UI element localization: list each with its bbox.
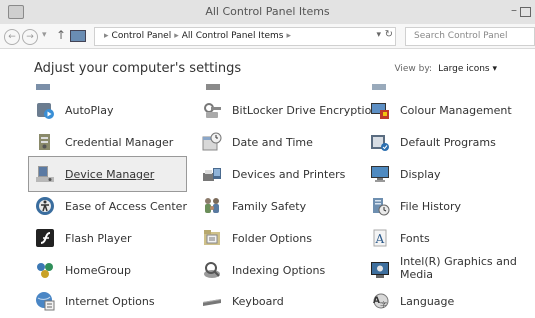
item-label: HomeGroup xyxy=(65,264,131,277)
ease-of-access-icon xyxy=(36,197,54,215)
language-icon: A字 xyxy=(373,293,389,309)
autoplay-icon xyxy=(37,103,54,119)
intel-graphics-icon xyxy=(371,262,389,278)
item-label: Fonts xyxy=(400,232,430,245)
date-time-icon xyxy=(202,132,222,151)
item-label: Display xyxy=(400,168,441,181)
device-manager-icon xyxy=(36,166,54,182)
item-label: Flash Player xyxy=(65,232,132,245)
bitlocker-icon xyxy=(204,103,221,118)
item-label: Internet Options xyxy=(65,295,155,308)
item-label: Family Safety xyxy=(232,200,307,213)
item-label: Colour Management xyxy=(400,104,512,117)
item-label: Default Programs xyxy=(400,136,496,149)
item-label: Date and Time xyxy=(232,136,313,149)
control-panel-items: AutoPlay BitLocker Drive Encryption Colo… xyxy=(0,0,535,318)
item-label: BitLocker Drive Encryption xyxy=(232,104,379,117)
item-label: Folder Options xyxy=(232,232,312,245)
item-label: Ease of Access Center xyxy=(65,200,187,213)
devices-printers-icon xyxy=(203,168,221,181)
item-label: Keyboard xyxy=(232,295,284,308)
keyboard-icon xyxy=(203,299,221,306)
item-label: Indexing Options xyxy=(232,264,326,277)
colour-management-icon xyxy=(371,103,389,119)
fonts-icon: A xyxy=(373,229,387,247)
item-label: Intel(R) Graphics and Media xyxy=(400,255,517,281)
homegroup-icon xyxy=(37,263,53,278)
default-programs-icon xyxy=(371,135,389,151)
internet-options-icon xyxy=(36,292,55,311)
svg-text:字: 字 xyxy=(380,300,387,309)
flash-player-icon xyxy=(36,229,54,247)
credential-manager-icon xyxy=(39,134,50,150)
item-label: Device Manager xyxy=(65,168,155,181)
item-label: Devices and Printers xyxy=(232,168,346,181)
folder-options-icon xyxy=(204,230,220,245)
item-label: File History xyxy=(400,200,462,213)
indexing-options-icon xyxy=(204,262,220,278)
display-icon xyxy=(371,166,389,182)
file-history-icon xyxy=(373,198,390,216)
family-safety-icon xyxy=(205,198,219,213)
item-label: AutoPlay xyxy=(65,104,114,117)
item-label: Language xyxy=(400,295,455,308)
svg-text:A: A xyxy=(373,296,380,306)
svg-text:A: A xyxy=(375,232,385,246)
item-label: Credential Manager xyxy=(65,136,174,149)
